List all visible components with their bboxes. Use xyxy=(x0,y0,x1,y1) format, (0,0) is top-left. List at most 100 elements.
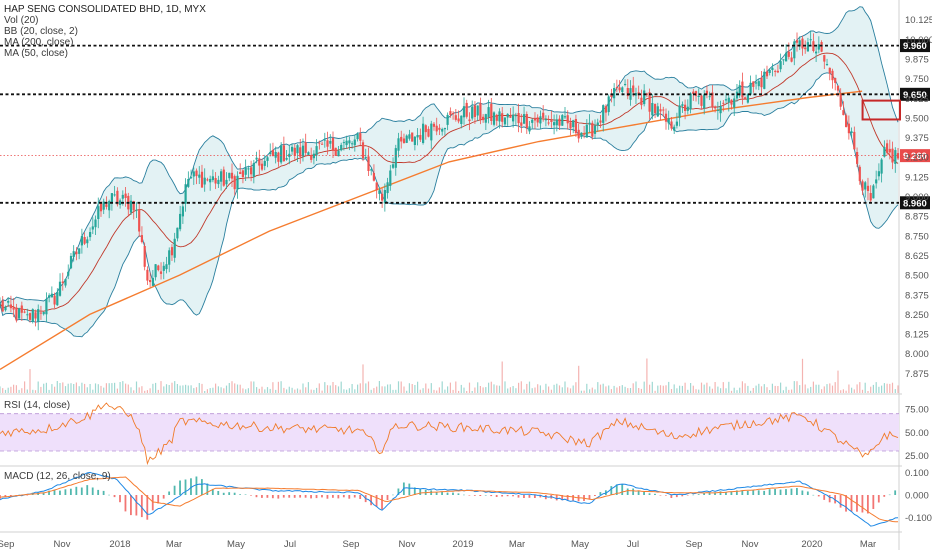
volume-bar xyxy=(769,390,771,393)
candle-body xyxy=(282,145,285,162)
time-axis-tick-label: Jul xyxy=(627,539,639,550)
volume-bar xyxy=(837,370,839,393)
volume-bar xyxy=(94,383,97,393)
price-axis-tick-label: 8.625 xyxy=(905,251,929,262)
volume-bar xyxy=(305,387,307,393)
volume-bar xyxy=(572,385,574,393)
candle-body xyxy=(553,122,556,126)
candle-body xyxy=(61,281,64,283)
macd-histogram-bar xyxy=(490,495,493,497)
macd-histogram-bar xyxy=(375,495,378,507)
candle-body xyxy=(755,82,758,84)
candle-body xyxy=(236,175,239,190)
candle-body xyxy=(473,105,476,117)
volume-bar xyxy=(747,385,749,393)
macd-histogram-bar xyxy=(353,495,356,498)
macd-histogram-bar xyxy=(261,495,263,498)
price-axis-tick-label: 9.375 xyxy=(905,133,929,144)
volume-bar xyxy=(387,384,389,393)
macd-histogram-bar xyxy=(91,487,94,495)
candle-body xyxy=(69,255,73,269)
candle-body xyxy=(795,40,799,43)
candle-body xyxy=(39,312,42,314)
volume-bar xyxy=(569,388,572,393)
macd-histogram-bar xyxy=(692,494,695,496)
volume-bar xyxy=(621,385,623,393)
price-axis-tick-label: 9.625 xyxy=(905,94,929,105)
rsi-axis-tick-label: 75.00 xyxy=(905,405,929,416)
candle-body xyxy=(381,193,384,201)
candle-body xyxy=(288,153,291,157)
volume-bar xyxy=(0,386,1,393)
volume-bar xyxy=(155,382,157,393)
volume-bar xyxy=(676,388,678,393)
candle-body xyxy=(479,103,482,121)
price-axis-tick-label: 9.125 xyxy=(905,172,929,183)
candle-body xyxy=(621,87,624,92)
candle-body xyxy=(181,206,184,217)
volume-bar xyxy=(883,383,885,393)
candle-body xyxy=(749,82,752,95)
candle-body xyxy=(367,156,370,171)
macd-histogram-bar xyxy=(506,495,509,497)
candle-body xyxy=(443,128,446,130)
volume-bar xyxy=(45,382,47,393)
chart-canvas[interactable]: 9.9609.6508.9609.26010.12510.0009.8759.7… xyxy=(0,0,932,550)
macd-histogram-bar xyxy=(785,489,787,495)
candle-body xyxy=(78,248,81,254)
candle-body xyxy=(9,304,12,309)
candle-body xyxy=(856,152,859,164)
volume-bar xyxy=(316,387,318,393)
candle-body xyxy=(883,147,886,157)
time-axis-tick-label: 2019 xyxy=(452,539,473,550)
volume-bar xyxy=(179,385,181,393)
macd-histogram-bar xyxy=(643,492,645,495)
volume-bar xyxy=(275,389,277,393)
candle-body xyxy=(618,87,621,91)
candle-body xyxy=(673,126,676,131)
volume-bar xyxy=(193,388,195,393)
candle-body xyxy=(719,106,722,114)
price-axis-tick-label: 8.750 xyxy=(905,231,929,242)
candle-body xyxy=(686,106,689,111)
candle-body xyxy=(531,119,534,123)
candle-body xyxy=(828,67,831,74)
volume-bar xyxy=(18,389,20,393)
volume-bar xyxy=(250,381,252,393)
candle-body xyxy=(20,305,23,313)
volume-bar xyxy=(258,388,260,393)
volume-bar xyxy=(277,381,279,393)
candle-body xyxy=(722,102,725,104)
time-axis-tick-label: Nov xyxy=(399,539,416,550)
volume-bar xyxy=(187,385,189,393)
volume-bar xyxy=(152,383,154,393)
volume-bar xyxy=(449,382,451,393)
candle-body xyxy=(782,59,785,61)
candle-body xyxy=(566,115,569,124)
macd-histogram-bar xyxy=(446,492,449,495)
volume-bar xyxy=(692,385,694,393)
candle-body xyxy=(271,149,274,156)
macd-histogram-bar xyxy=(779,489,782,495)
candle-body xyxy=(321,143,324,145)
volume-bar xyxy=(84,383,86,393)
candle-body xyxy=(482,116,485,121)
candle-body xyxy=(67,271,70,276)
macd-histogram-bar xyxy=(386,495,389,500)
candle-body xyxy=(708,96,711,98)
volume-bar xyxy=(359,383,361,393)
volume-bar xyxy=(220,387,222,393)
volume-bar xyxy=(864,382,866,393)
volume-bar xyxy=(212,387,214,393)
candle-body xyxy=(523,114,526,124)
volume-bar xyxy=(755,385,757,393)
volume-bar xyxy=(605,386,607,393)
candle-body xyxy=(187,179,190,187)
volume-bar xyxy=(48,389,50,393)
volume-bar xyxy=(54,386,56,393)
macd-histogram-bar xyxy=(228,492,231,495)
candle-body xyxy=(323,139,326,141)
macd-histogram-bar xyxy=(321,495,323,498)
volume-bar xyxy=(116,388,118,393)
volume-bar xyxy=(687,389,689,393)
